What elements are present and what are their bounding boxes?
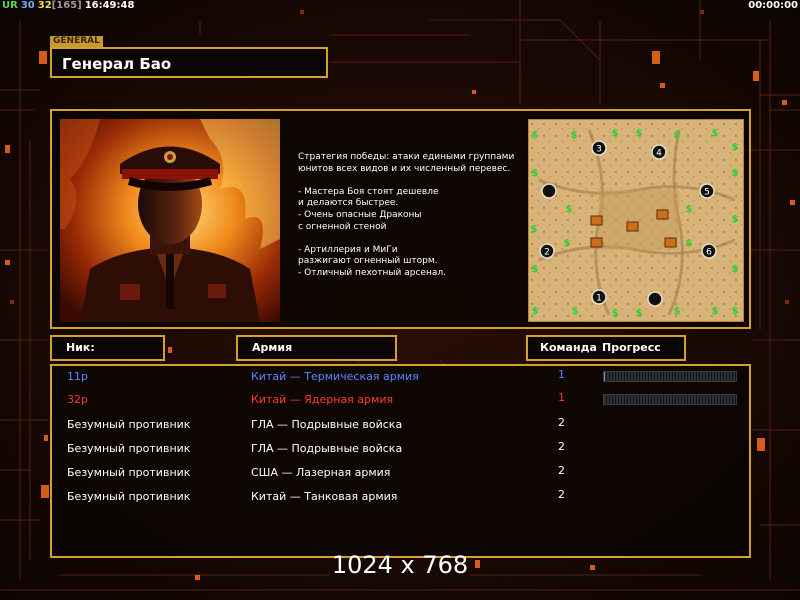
player-nick: Безумный противник [67,418,191,431]
dollar-sign-icon: $ [612,128,619,139]
player-row: Безумный противник Китай — Танковая арми… [52,488,749,508]
players-panel: 11p Китай — Термическая армия 1 32p Кита… [50,364,751,558]
dollar-sign-icon: $ [531,224,538,235]
dollar-sign-icon: $ [532,130,539,141]
game-timer: 00:00:00 [748,0,798,11]
general-info-panel: Стратегия победы: атаки едиными группами… [50,109,751,329]
bracket-value: [165] [51,0,82,11]
dollar-sign-icon: $ [566,204,573,215]
player-nick: 11p [67,370,88,383]
structure-icon [590,237,603,248]
header-progress-label: Прогресс [602,341,661,354]
minimap[interactable]: 1 2 3 4 5 6 $ $ $ $ $ $ $ $ $ $ $ $ $ $ $ $ $ $ $ $ $ $ $ $ [528,119,744,322]
structure-icon [626,221,639,232]
dollar-sign-icon: $ [674,130,681,141]
dollar-sign-icon: $ [732,168,739,179]
structure-icon [664,237,677,248]
start-position-label: 1 [596,294,602,304]
dollar-sign-icon: $ [732,306,739,317]
player-team: 2 [558,440,565,453]
general-name: Генерал Бао [62,55,172,73]
dollar-sign-icon: $ [686,238,693,249]
player-row: Безумный противник США — Лазерная армия … [52,464,749,484]
player-team: 2 [558,464,565,477]
value-32: 32 [37,0,52,11]
player-row: 11p Китай — Термическая армия 1 [52,368,749,388]
start-position-label: 6 [706,248,712,258]
player-army: ГЛА — Подрывные войска [251,442,403,455]
dollar-sign-icon: $ [572,306,579,317]
empty-slot-marker [541,183,557,199]
header-army-label: Армия [252,341,293,354]
header-nick: Ник: [50,335,165,361]
dollar-sign-icon: $ [532,306,539,317]
dollar-sign-icon: $ [612,308,619,319]
player-team: 1 [558,391,565,404]
player-team: 1 [558,368,565,381]
dollar-sign-icon: $ [564,238,571,249]
player-row: 32p Китай — Ядерная армия 1 [52,391,749,411]
player-army: Китай — Термическая армия [251,370,419,383]
dollar-sign-icon: $ [712,306,719,317]
general-description: Стратегия победы: атаки едиными группами… [298,152,515,278]
start-position-label: 4 [656,149,662,159]
start-position-label: 2 [544,248,550,258]
player-nick: Безумный противник [67,442,191,455]
clock: 16:49:48 [84,0,135,11]
dollar-sign-icon: $ [732,142,739,153]
player-nick: Безумный противник [67,490,191,503]
start-position-label: 5 [704,188,710,198]
status-bar: UR 30 32[165] 16:49:48 [2,0,137,11]
resolution-label: 1024 x 768 [331,551,469,579]
header-army: Армия [236,335,397,361]
player-progress-bar [603,371,737,382]
player-army: Китай — Ядерная армия [251,393,394,406]
value-30: 30 [20,0,35,11]
dollar-sign-icon: $ [732,214,739,225]
player-nick: Безумный противник [67,466,191,479]
empty-slot-marker [647,291,663,307]
player-team: 2 [558,488,565,501]
player-army: США — Лазерная армия [251,466,391,479]
general-tag: GENERAL [50,36,103,47]
dollar-sign-icon: $ [532,168,539,179]
header-team-label: Команда [540,341,597,354]
start-position-label: 3 [596,145,602,155]
dollar-sign-icon: $ [571,130,578,141]
dollar-sign-icon: $ [636,308,643,319]
structure-icon [656,209,669,220]
player-army: Китай — Танковая армия [251,490,398,503]
dollar-sign-icon: $ [712,128,719,139]
dollar-sign-icon: $ [636,128,643,139]
structure-icon [590,215,603,226]
dollar-sign-icon: $ [674,306,681,317]
dollar-sign-icon: $ [732,264,739,275]
general-title-box: Генерал Бао [50,47,328,78]
player-nick: 32p [67,393,88,406]
ur-label: UR [2,0,18,11]
player-row: Безумный противник ГЛА — Подрывные войск… [52,440,749,460]
dollar-sign-icon: $ [532,264,539,275]
general-portrait [60,119,280,322]
header-team-progress: Команда Прогресс [526,335,686,361]
player-progress-bar [603,394,737,405]
header-nick-label: Ник: [66,341,95,354]
player-army: ГЛА — Подрывные войска [251,418,403,431]
player-team: 2 [558,416,565,429]
player-row: Безумный противник ГЛА — Подрывные войск… [52,416,749,436]
dollar-sign-icon: $ [686,204,693,215]
player-progress-fill [604,372,606,381]
